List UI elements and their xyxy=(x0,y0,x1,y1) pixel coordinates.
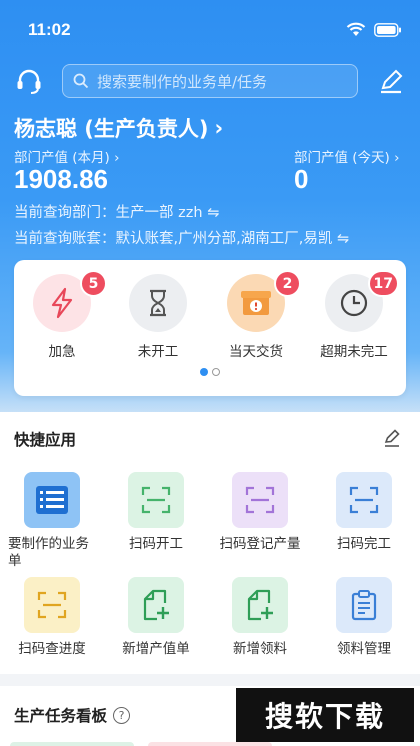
quick-action-urgent[interactable]: 5 加急 xyxy=(22,270,107,360)
due-today-circle: 2 xyxy=(227,270,301,332)
list-icon xyxy=(36,486,68,514)
app-tile xyxy=(24,472,80,528)
board-card-peek xyxy=(148,742,272,746)
lightning-icon xyxy=(51,287,73,319)
page-dot-active[interactable] xyxy=(200,368,208,376)
app-orders-to-make[interactable]: 要制作的业务单 xyxy=(0,472,104,570)
status-time: 11:02 xyxy=(28,20,71,39)
app-tile xyxy=(232,577,288,633)
scan-icon xyxy=(37,591,67,619)
quick-actions-card: 5 加急 未开工 2 当天交货 17 超期未完工 xyxy=(14,260,406,396)
current-department[interactable]: 当前查询部门：生产一部 zzh ⇋ xyxy=(14,201,219,222)
doc-add-icon xyxy=(247,589,273,621)
app-scan-complete[interactable]: 扫码完工 xyxy=(312,472,416,553)
quick-apps-section: 快捷应用 要制作的业务单 扫码开工 扫码登记产量 扫码完工 扫码查进度 新增产值… xyxy=(0,412,420,674)
app-tile xyxy=(336,472,392,528)
edit-icon[interactable] xyxy=(382,428,402,448)
wifi-icon xyxy=(346,22,366,36)
board-card-peek xyxy=(10,742,134,746)
app-label: 扫码查进度 xyxy=(18,641,86,657)
monthly-output-label[interactable]: 部门产值 (本月) › xyxy=(14,146,120,166)
page-dot[interactable] xyxy=(212,368,220,376)
app-label: 要制作的业务单 xyxy=(8,536,89,569)
battery-icon xyxy=(374,22,401,37)
task-board-header: 生产任务看板 ? xyxy=(14,704,131,726)
urgent-circle: 5 xyxy=(33,270,107,332)
app-material-management[interactable]: 领料管理 xyxy=(312,577,416,658)
quick-action-overdue[interactable]: 17 超期未完工 xyxy=(314,270,399,360)
search-input[interactable]: 搜索要制作的业务单/任务 xyxy=(62,64,358,98)
overdue-circle: 17 xyxy=(325,270,399,332)
app-tile xyxy=(128,577,184,633)
monthly-output-value: 1908.86 xyxy=(14,164,108,194)
daily-output-value: 0 xyxy=(294,164,309,194)
current-accounts[interactable]: 当前查询账套：默认账套,广州分部,湖南工厂,易凯 ⇋ xyxy=(14,227,349,248)
clock-icon xyxy=(340,289,368,317)
edit-pen-icon[interactable] xyxy=(376,66,406,96)
quick-action-not-started[interactable]: 未开工 xyxy=(118,274,198,360)
search-icon xyxy=(73,73,89,89)
overdue-badge: 17 xyxy=(367,270,399,297)
top-bar: 搜索要制作的业务单/任务 xyxy=(0,62,420,100)
app-scan-register-output[interactable]: 扫码登记产量 xyxy=(208,472,312,553)
box-alert-icon xyxy=(241,291,271,315)
app-tile xyxy=(336,577,392,633)
app-label: 新增产值单 xyxy=(122,641,190,657)
app-label: 领料管理 xyxy=(337,641,391,657)
quick-apps-title: 快捷应用 xyxy=(14,431,77,449)
app-tile xyxy=(24,577,80,633)
user-name-link[interactable]: 杨志聪 (生产负责人) › xyxy=(14,113,223,143)
scan-icon xyxy=(245,486,275,514)
system-indicators xyxy=(346,22,402,37)
watermark-logo: 搜软下载 xyxy=(236,688,414,742)
app-tile xyxy=(128,472,184,528)
clipboard-icon xyxy=(351,590,377,621)
not-started-circle xyxy=(129,274,187,332)
hourglass-icon xyxy=(150,289,166,317)
help-icon[interactable]: ? xyxy=(113,706,131,724)
due-today-badge: 2 xyxy=(274,270,301,297)
search-placeholder: 搜索要制作的业务单/任务 xyxy=(97,72,268,91)
scan-icon xyxy=(141,486,171,514)
app-scan-start[interactable]: 扫码开工 xyxy=(104,472,208,553)
task-board-title: 生产任务看板 xyxy=(14,707,108,725)
doc-add-icon xyxy=(143,589,169,621)
urgent-badge: 5 xyxy=(80,270,107,297)
status-bar: 11:02 xyxy=(0,0,420,56)
app-label: 扫码登记产量 xyxy=(219,536,301,552)
app-label: 扫码开工 xyxy=(129,536,183,552)
app-new-material-requisition[interactable]: 新增领料 xyxy=(208,577,312,658)
overdue-label: 超期未完工 xyxy=(320,344,388,360)
urgent-label: 加急 xyxy=(48,344,76,360)
quick-action-due-today[interactable]: 2 当天交货 xyxy=(216,270,301,360)
app-tile xyxy=(232,472,288,528)
chevron-right-icon: › xyxy=(214,116,224,140)
page-indicator xyxy=(200,368,220,376)
app-label: 扫码完工 xyxy=(337,536,391,552)
scan-icon xyxy=(349,486,379,514)
daily-output-label[interactable]: 部门产值 (今天) › xyxy=(294,146,400,166)
app-scan-progress[interactable]: 扫码查进度 xyxy=(0,577,104,658)
not-started-label: 未开工 xyxy=(137,344,179,360)
app-label: 新增领料 xyxy=(233,641,287,657)
headset-icon[interactable] xyxy=(14,66,44,96)
app-new-output-order[interactable]: 新增产值单 xyxy=(104,577,208,658)
user-name: 杨志聪 (生产负责人) xyxy=(14,117,209,141)
due-today-label: 当天交货 xyxy=(229,344,283,360)
